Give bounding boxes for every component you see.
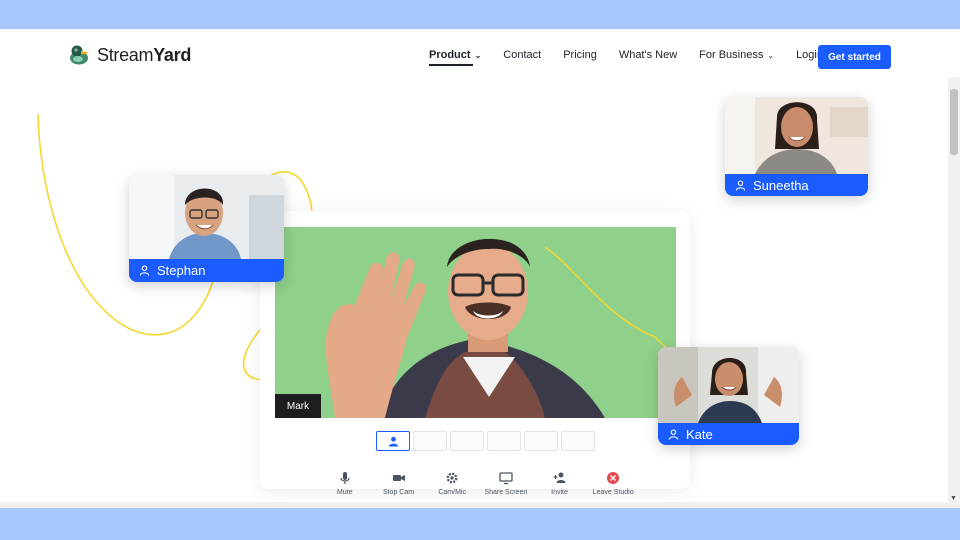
microphone-icon [340,472,350,484]
gear-icon [446,472,458,484]
main-speaker-video [275,227,676,418]
brand-name: StreamYard [97,44,192,65]
guest-video-suneetha [725,97,868,174]
share-screen-label: Share Screen [484,489,528,496]
person-icon [139,265,150,276]
guest-video-stephan [129,175,284,259]
cam-mic-label: Cam/Mic [438,489,466,496]
stop-cam-label: Stop Cam [382,489,415,496]
video-camera-icon [392,475,405,481]
layout-group-button[interactable] [413,431,447,451]
invite-label: Invite [551,489,568,496]
guest-name-kate: Kate [686,426,713,442]
person-icon [735,179,746,191]
get-started-button[interactable]: Get started [818,45,891,69]
nav-whats-new[interactable]: What's New [619,49,677,61]
guest-label-bar: Suneetha [725,174,868,196]
top-backdrop [0,0,960,29]
main-video-stage [275,227,676,418]
invite-button[interactable]: Invite [533,471,587,496]
layout-grid-button[interactable] [450,431,484,451]
streamyard-logo[interactable]: StreamYard [68,44,191,66]
studio-controls: Mute Stop Cam Cam/Mic Share Screen Invit… [318,471,640,496]
share-screen-button[interactable]: Share Screen [479,471,533,496]
guest-card-kate: Kate [658,347,799,445]
streamyard-homepage: StreamYard Product ⌄ Contact Pricing Wha… [0,29,960,508]
stop-cam-button[interactable]: Stop Cam [372,471,426,496]
main-nav: Product ⌄ Contact Pricing What's New For… [429,49,845,66]
chevron-down-icon: ⌄ [474,50,482,60]
nav-for-business[interactable]: For Business ⌄ [699,49,774,61]
layout-leader-button[interactable] [487,431,521,451]
layout-empty-button[interactable] [561,431,595,451]
nav-product[interactable]: Product ⌄ [429,49,482,66]
bottom-backdrop [0,508,960,540]
nav-for-business-label: For Business [699,49,764,61]
add-person-icon [553,472,566,483]
monitor-icon [499,472,513,485]
guest-label-bar: Stephan [129,259,284,282]
layout-selector [376,431,598,451]
layout-solo-button[interactable] [376,431,410,451]
guest-name-stephan: Stephan [157,263,206,278]
mute-button[interactable]: Mute [318,471,372,496]
nav-pricing-label: Pricing [563,49,597,61]
guest-name-suneetha: Suneetha [753,177,809,193]
chevron-down-icon: ⌄ [767,50,775,60]
mute-label: Mute [337,489,353,496]
person-icon [668,428,679,440]
scroll-down-arrow-icon[interactable]: ▼ [950,495,957,502]
vertical-scrollbar[interactable]: ▼ [948,77,960,508]
scrollbar-thumb[interactable] [950,89,958,155]
leave-studio-label: Leave Studio [592,489,634,496]
close-circle-icon [607,472,620,484]
person-icon [388,436,398,447]
cam-mic-settings-button[interactable]: Cam/Mic [425,471,479,496]
guest-label-bar: Kate [658,423,799,445]
nav-contact-label: Contact [503,49,542,61]
duck-logo-icon [70,45,90,65]
guest-card-stephan: Stephan [129,175,284,282]
guest-card-suneetha: Suneetha [725,97,868,196]
layout-screen-button[interactable] [524,431,558,451]
nav-product-label: Product [429,49,471,61]
nav-pricing[interactable]: Pricing [563,49,597,61]
leave-studio-button[interactable]: Leave Studio [586,471,640,496]
nav-contact[interactable]: Contact [503,49,541,61]
guest-video-kate [658,347,799,423]
nav-whats-new-label: What's New [618,49,678,61]
main-speaker-name-tag: Mark [275,394,321,418]
